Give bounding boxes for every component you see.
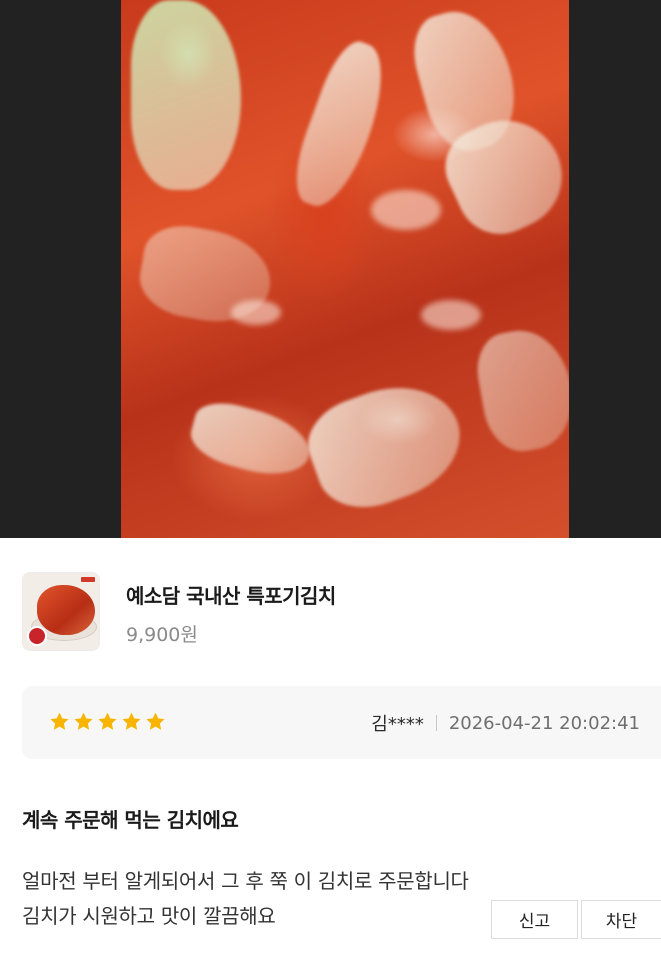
product-price: 9,900원: [126, 624, 198, 646]
block-button[interactable]: 차단: [581, 900, 661, 939]
review-author: 김****: [371, 714, 424, 735]
review-body: 얼마전 부터 알게되어서 그 후 쭉 이 김치로 주문합니다 김치가 시원하고 …: [22, 864, 502, 934]
review-title: 계속 주문해 먹는 김치에요: [22, 808, 239, 832]
review-photo-viewer[interactable]: [0, 0, 661, 538]
report-button[interactable]: 신고: [491, 900, 578, 939]
product-summary[interactable]: 예소담 국내산 특포기김치 9,900원: [22, 572, 642, 652]
review-date: 2026-04-21 20:02:41: [448, 712, 640, 734]
star-icon: [97, 711, 118, 732]
brand-logo-icon: [27, 626, 47, 646]
product-thumbnail[interactable]: [22, 572, 100, 651]
review-body-line: 얼마전 부터 알게되어서 그 후 쭉 이 김치로 주문합니다: [22, 869, 469, 893]
meta-divider: [435, 715, 437, 731]
star-icon: [49, 711, 70, 732]
star-rating: [49, 711, 166, 732]
review-photo[interactable]: [121, 0, 569, 538]
star-icon: [145, 711, 166, 732]
star-icon: [73, 711, 94, 732]
review-meta: 김**** 2026-04-21 20:02:41: [371, 710, 640, 736]
review-body-line: 김치가 시원하고 맛이 깔끔해요: [22, 904, 276, 928]
star-icon: [121, 711, 142, 732]
review-meta-card: 김**** 2026-04-21 20:02:41: [22, 686, 661, 759]
product-name: 예소담 국내산 특포기김치: [126, 584, 336, 608]
